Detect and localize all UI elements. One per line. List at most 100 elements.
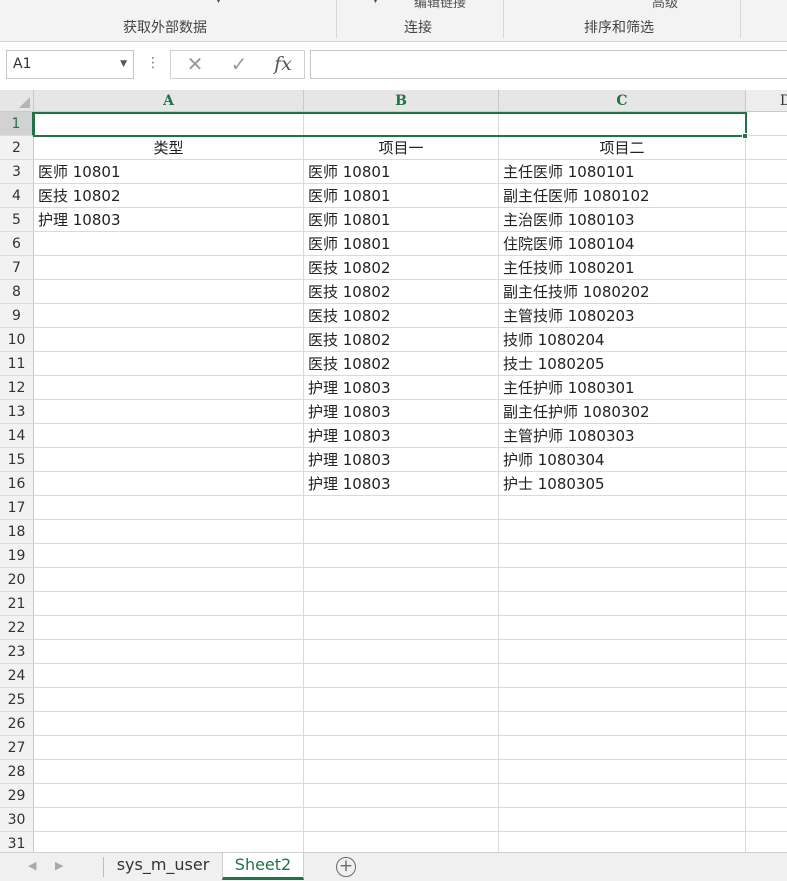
cell-c12[interactable]: 主任护师 1080301 — [499, 376, 746, 400]
column-header-a[interactable]: A — [34, 90, 304, 112]
column-header-b[interactable]: B — [304, 90, 499, 112]
cell-a27[interactable] — [34, 736, 304, 760]
cell-d4[interactable] — [746, 184, 787, 208]
close-icon[interactable]: ✕ — [175, 51, 215, 78]
cell-c27[interactable] — [499, 736, 746, 760]
advanced-filter-button[interactable]: 高级 — [652, 0, 678, 11]
row-header[interactable]: 10 — [0, 328, 34, 352]
cell-d17[interactable] — [746, 496, 787, 520]
cell-c16[interactable]: 护士 1080305 — [499, 472, 746, 496]
cell-a11[interactable] — [34, 352, 304, 376]
cell-d13[interactable] — [746, 400, 787, 424]
cell-c2[interactable]: 项目二 — [499, 136, 746, 160]
cell-a15[interactable] — [34, 448, 304, 472]
cell-b19[interactable] — [304, 544, 499, 568]
cell-c28[interactable] — [499, 760, 746, 784]
formula-input[interactable] — [310, 50, 787, 79]
cell-a30[interactable] — [34, 808, 304, 832]
row-header[interactable]: 13 — [0, 400, 34, 424]
cell-b24[interactable] — [304, 664, 499, 688]
cell-a3[interactable]: 医师 10801 — [34, 160, 304, 184]
cell-b2[interactable]: 项目一 — [304, 136, 499, 160]
cell-c6[interactable]: 住院医师 1080104 — [499, 232, 746, 256]
cell-b5[interactable]: 医师 10801 — [304, 208, 499, 232]
cell-d9[interactable] — [746, 304, 787, 328]
cell-d2[interactable] — [746, 136, 787, 160]
cell-a24[interactable] — [34, 664, 304, 688]
cell-c21[interactable] — [499, 592, 746, 616]
cell-a10[interactable] — [34, 328, 304, 352]
cell-b18[interactable] — [304, 520, 499, 544]
cell-b31[interactable] — [304, 832, 499, 852]
cell-d7[interactable] — [746, 256, 787, 280]
cell-a16[interactable] — [34, 472, 304, 496]
cell-b11[interactable]: 医技 10802 — [304, 352, 499, 376]
cell-c3[interactable]: 主任医师 1080101 — [499, 160, 746, 184]
cell-b10[interactable]: 医技 10802 — [304, 328, 499, 352]
chevron-down-icon[interactable]: ▼ — [372, 0, 379, 5]
cell-b17[interactable] — [304, 496, 499, 520]
cell-b14[interactable]: 护理 10803 — [304, 424, 499, 448]
cell-d24[interactable] — [746, 664, 787, 688]
cell-a5[interactable]: 护理 10803 — [34, 208, 304, 232]
cell-d6[interactable] — [746, 232, 787, 256]
cell-b6[interactable]: 医师 10801 — [304, 232, 499, 256]
cell-a12[interactable] — [34, 376, 304, 400]
sheet-tab-sheet2[interactable]: Sheet2 — [222, 853, 304, 880]
row-header[interactable]: 30 — [0, 808, 34, 832]
row-header[interactable]: 6 — [0, 232, 34, 256]
cell-d8[interactable] — [746, 280, 787, 304]
cell-a1[interactable] — [34, 112, 304, 136]
cell-b1[interactable] — [304, 112, 499, 136]
cell-b4[interactable]: 医师 10801 — [304, 184, 499, 208]
cell-d19[interactable] — [746, 544, 787, 568]
more-options-icon[interactable]: ⋮ — [146, 56, 160, 70]
row-header[interactable]: 4 — [0, 184, 34, 208]
cell-c10[interactable]: 技师 1080204 — [499, 328, 746, 352]
cell-d10[interactable] — [746, 328, 787, 352]
row-header[interactable]: 27 — [0, 736, 34, 760]
cell-d31[interactable] — [746, 832, 787, 852]
row-header[interactable]: 3 — [0, 160, 34, 184]
cell-a28[interactable] — [34, 760, 304, 784]
cell-a4[interactable]: 医技 10802 — [34, 184, 304, 208]
cell-d30[interactable] — [746, 808, 787, 832]
column-header-d[interactable]: D — [746, 90, 787, 112]
cell-c8[interactable]: 副主任技师 1080202 — [499, 280, 746, 304]
cell-d29[interactable] — [746, 784, 787, 808]
cell-a19[interactable] — [34, 544, 304, 568]
cell-c31[interactable] — [499, 832, 746, 852]
cell-b9[interactable]: 医技 10802 — [304, 304, 499, 328]
cell-d23[interactable] — [746, 640, 787, 664]
cell-b29[interactable] — [304, 784, 499, 808]
cell-d21[interactable] — [746, 592, 787, 616]
name-box[interactable]: A1 ▼ — [6, 50, 134, 79]
cell-d14[interactable] — [746, 424, 787, 448]
insert-function-button[interactable]: fx — [263, 51, 303, 78]
column-header-c[interactable]: C — [499, 90, 746, 112]
row-header[interactable]: 21 — [0, 592, 34, 616]
cell-a13[interactable] — [34, 400, 304, 424]
cell-c14[interactable]: 主管护师 1080303 — [499, 424, 746, 448]
cell-c23[interactable] — [499, 640, 746, 664]
row-header[interactable]: 26 — [0, 712, 34, 736]
cell-b13[interactable]: 护理 10803 — [304, 400, 499, 424]
cell-b3[interactable]: 医师 10801 — [304, 160, 499, 184]
cell-a31[interactable] — [34, 832, 304, 852]
cell-c9[interactable]: 主管技师 1080203 — [499, 304, 746, 328]
fill-handle[interactable] — [742, 133, 748, 139]
cell-c30[interactable] — [499, 808, 746, 832]
cell-a7[interactable] — [34, 256, 304, 280]
cell-d15[interactable] — [746, 448, 787, 472]
row-header[interactable]: 1 — [0, 112, 34, 136]
row-header[interactable]: 2 — [0, 136, 34, 160]
cell-a23[interactable] — [34, 640, 304, 664]
cell-a25[interactable] — [34, 688, 304, 712]
cell-c26[interactable] — [499, 712, 746, 736]
cell-a8[interactable] — [34, 280, 304, 304]
scroll-left-icon[interactable]: ◀ — [28, 859, 36, 872]
chevron-down-icon[interactable]: ▼ — [215, 0, 222, 5]
cell-c5[interactable]: 主治医师 1080103 — [499, 208, 746, 232]
cell-b23[interactable] — [304, 640, 499, 664]
cell-d5[interactable] — [746, 208, 787, 232]
